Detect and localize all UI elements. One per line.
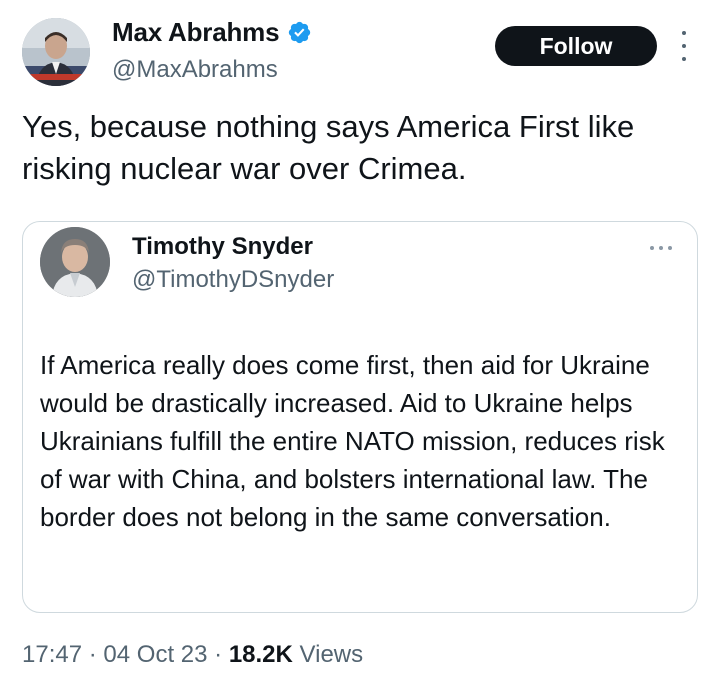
more-dot	[682, 57, 686, 61]
author-name[interactable]: Max Abrahms	[112, 17, 312, 48]
author-avatar[interactable]	[22, 18, 90, 86]
quoted-avatar-image	[40, 227, 110, 297]
views-label: Views	[299, 641, 364, 668]
author-avatar-image	[22, 18, 90, 86]
meta-separator: ·	[214, 641, 223, 668]
quoted-author-handle[interactable]: @TimothyDSnyder	[132, 266, 334, 294]
more-dot	[650, 246, 654, 250]
tweet-date[interactable]: 04 Oct 23	[103, 641, 207, 668]
author-name-text: Max Abrahms	[112, 17, 280, 47]
meta-separator: ·	[88, 641, 97, 668]
tweet-meta: 17:47 · 04 Oct 23 · 18.2K Views	[22, 641, 363, 669]
views-count[interactable]: 18.2K	[229, 641, 293, 668]
more-dot	[682, 31, 686, 35]
quoted-more-options-icon[interactable]	[650, 246, 672, 252]
more-dot	[682, 44, 686, 48]
author-handle[interactable]: @MaxAbrahms	[112, 56, 278, 84]
more-dot	[659, 246, 663, 250]
more-dot	[668, 246, 672, 250]
verified-badge-icon	[289, 21, 311, 44]
tweet-text: Yes, because nothing says America First …	[22, 109, 635, 186]
quoted-author-avatar[interactable]	[40, 227, 110, 297]
tweet-time[interactable]: 17:47	[22, 641, 82, 668]
follow-button[interactable]: Follow	[495, 26, 657, 66]
more-options-icon[interactable]	[677, 31, 691, 61]
quoted-tweet-text: If America really does come first, then …	[40, 350, 665, 532]
quoted-author-name[interactable]: Timothy Snyder	[132, 233, 313, 261]
